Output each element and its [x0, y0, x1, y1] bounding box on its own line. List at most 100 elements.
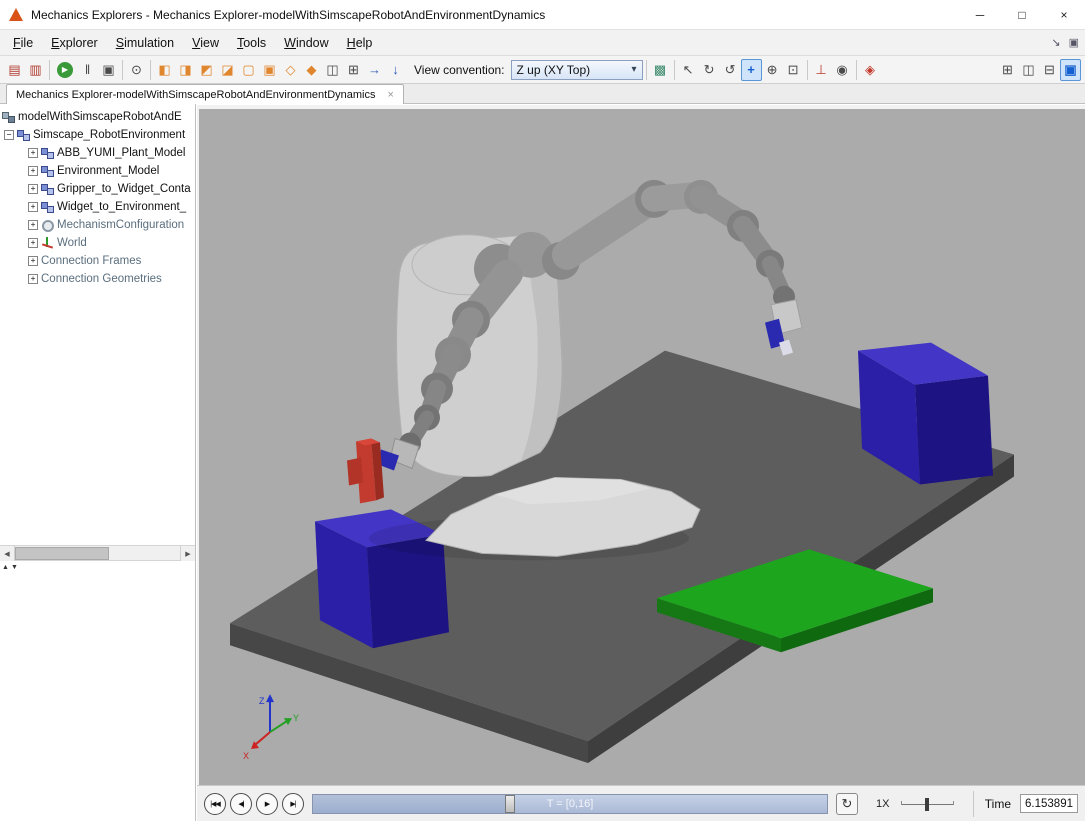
expand-icon[interactable]: +	[28, 148, 38, 158]
box-side-face	[915, 376, 993, 485]
scene-canvas[interactable]: Z Y X	[199, 109, 1085, 785]
down-view-icon[interactable]: ↓	[385, 59, 406, 81]
tree-item-mechanism-configuration[interactable]: + MechanismConfiguration	[0, 216, 195, 234]
pause-icon[interactable]: ‖	[77, 59, 98, 81]
view-isometric-icon[interactable]: ◇	[280, 59, 301, 81]
view-back-icon[interactable]: ◨	[175, 59, 196, 81]
view-right-icon[interactable]: ▣	[259, 59, 280, 81]
visualization-settings-icon[interactable]: ◈	[860, 59, 881, 81]
layout-grid-icon[interactable]: ⊞	[997, 59, 1018, 81]
matlab-logo-icon	[9, 8, 23, 21]
tree-item-environment-model[interactable]: + Environment_Model	[0, 162, 195, 180]
maximize-button[interactable]: □	[1001, 0, 1043, 29]
select-tool-icon[interactable]: ↖	[678, 59, 699, 81]
time-value-field[interactable]: 6.153891	[1020, 794, 1078, 813]
x-axis-label: X	[243, 751, 249, 761]
zoom-region-tool-icon[interactable]: ⊡	[783, 59, 804, 81]
toolbar: ▤ ▥ ▶ ‖ ▣ ⊙ ◧ ◨ ◩ ◪ ▢ ▣ ◇ ◆ ◫ ⊞ → ↓ View…	[0, 56, 1085, 84]
step-forward-button[interactable]: ▶|	[282, 793, 304, 815]
expand-icon[interactable]: +	[28, 256, 38, 266]
view-top-icon[interactable]: ◩	[196, 59, 217, 81]
close-button[interactable]: ×	[1043, 0, 1085, 29]
menu-window[interactable]: Window	[275, 32, 337, 54]
panel-layout-icon[interactable]: ▣	[1069, 36, 1079, 49]
roll-tool-icon[interactable]: ↺	[720, 59, 741, 81]
tree-item-model-root[interactable]: modelWithSimscapeRobotAndE	[0, 108, 195, 126]
tree-item-connection-geometries[interactable]: + Connection Geometries	[0, 270, 195, 288]
menu-explorer[interactable]: Explorer	[42, 32, 107, 54]
orbit-tool-icon[interactable]: ↻	[699, 59, 720, 81]
tree-item-label: Widget_to_Environment_	[57, 201, 186, 213]
minimize-button[interactable]: ─	[959, 0, 1001, 29]
expand-icon[interactable]: +	[28, 274, 38, 284]
tab-mechanics-explorer[interactable]: Mechanics Explorer-modelWithSimscapeRobo…	[6, 84, 404, 104]
tab-close-icon[interactable]: ×	[387, 89, 393, 101]
zoom-tool-icon[interactable]: ⊕	[762, 59, 783, 81]
split-screen-icon[interactable]: ◫	[322, 59, 343, 81]
speed-slider[interactable]	[901, 796, 953, 812]
view-left-icon[interactable]: ▢	[238, 59, 259, 81]
tree-item-label: ABB_YUMI_Plant_Model	[57, 147, 185, 159]
tree-horizontal-scrollbar[interactable]: ◀ ▶	[0, 545, 196, 561]
tree-item-label: Connection Geometries	[41, 273, 162, 285]
z-axis-label: Z	[259, 696, 265, 706]
collapse-icon[interactable]: −	[4, 130, 14, 140]
expand-icon[interactable]: +	[28, 238, 38, 248]
forward-view-icon[interactable]: →	[364, 59, 385, 81]
playbar-separator	[973, 791, 974, 817]
step-back-button[interactable]: ◀|	[230, 793, 252, 815]
panel-splitter-toggle[interactable]: ▲ ▼	[2, 564, 18, 571]
layout-columns-icon[interactable]: ◫	[1018, 59, 1039, 81]
expand-icon[interactable]: +	[28, 166, 38, 176]
world-axes-icon	[41, 237, 54, 249]
splitter-down-icon[interactable]: ▼	[11, 564, 18, 571]
layout-rows-icon[interactable]: ⊟	[1039, 59, 1060, 81]
tree-item-label: Environment_Model	[57, 165, 159, 177]
scrollbar-thumb[interactable]	[15, 547, 109, 560]
tab-bar: Mechanics Explorer-modelWithSimscapeRobo…	[0, 84, 1085, 104]
dock-arrow-icon[interactable]: ↘	[1051, 36, 1060, 49]
frame-display-icon[interactable]: ⊥	[811, 59, 832, 81]
view-front-icon[interactable]: ◧	[154, 59, 175, 81]
play-button[interactable]: ▶	[256, 793, 278, 815]
toolbar-separator	[807, 60, 808, 80]
scroll-left-icon[interactable]: ◀	[0, 546, 15, 561]
tree-item-widget-to-environment[interactable]: + Widget_to_Environment_	[0, 198, 195, 216]
menu-bar: File Explorer Simulation View Tools Wind…	[0, 30, 1085, 56]
save-icon[interactable]: ▤	[4, 59, 25, 81]
tree-item-abb-yumi-plant-model[interactable]: + ABB_YUMI_Plant_Model	[0, 144, 195, 162]
menu-help[interactable]: Help	[338, 32, 382, 54]
loop-button[interactable]: ↻	[836, 793, 858, 815]
save-all-icon[interactable]: ▥	[25, 59, 46, 81]
search-icon[interactable]: ⊙	[126, 59, 147, 81]
view-dimetric-icon[interactable]: ◆	[301, 59, 322, 81]
tree-item-world[interactable]: + World	[0, 234, 195, 252]
menu-view[interactable]: View	[183, 32, 228, 54]
single-screen-icon[interactable]: ⊞	[343, 59, 364, 81]
pan-tool-icon[interactable]: +	[741, 59, 762, 81]
expand-icon[interactable]: +	[28, 202, 38, 212]
viewport-3d[interactable]: Z Y X	[197, 105, 1085, 785]
tree-item-simscape-robotenvironment[interactable]: − Simscape_RobotEnvironment	[0, 126, 195, 144]
speed-slider-handle[interactable]	[925, 798, 929, 811]
run-icon[interactable]: ▶	[57, 62, 73, 78]
menu-tools[interactable]: Tools	[228, 32, 275, 54]
go-to-start-button[interactable]: |◀◀	[204, 793, 226, 815]
expand-icon[interactable]: +	[28, 220, 38, 230]
tree-item-connection-frames[interactable]: + Connection Frames	[0, 252, 195, 270]
tree-item-gripper-to-widget[interactable]: + Gripper_to_Widget_Conta	[0, 180, 195, 198]
splitter-up-icon[interactable]: ▲	[2, 564, 9, 571]
world-frame-icon[interactable]: ◉	[832, 59, 853, 81]
layout-single-icon[interactable]: ▣	[1060, 59, 1081, 81]
scene-settings-icon[interactable]: ▩	[650, 59, 671, 81]
menu-simulation[interactable]: Simulation	[107, 32, 183, 54]
record-icon[interactable]: ▣	[98, 59, 119, 81]
view-convention-select[interactable]: Z up (XY Top) ▾	[511, 60, 643, 80]
scroll-right-icon[interactable]: ▶	[180, 546, 195, 561]
playback-bar: |◀◀ ◀| ▶ ▶| T = [0,16] ↻ 1X Time 6.15389…	[197, 785, 1085, 821]
time-scrubber[interactable]: T = [0,16]	[312, 794, 828, 814]
view-convention-value: Z up (XY Top)	[517, 63, 591, 77]
expand-icon[interactable]: +	[28, 184, 38, 194]
view-bottom-icon[interactable]: ◪	[217, 59, 238, 81]
menu-file[interactable]: File	[4, 32, 42, 54]
